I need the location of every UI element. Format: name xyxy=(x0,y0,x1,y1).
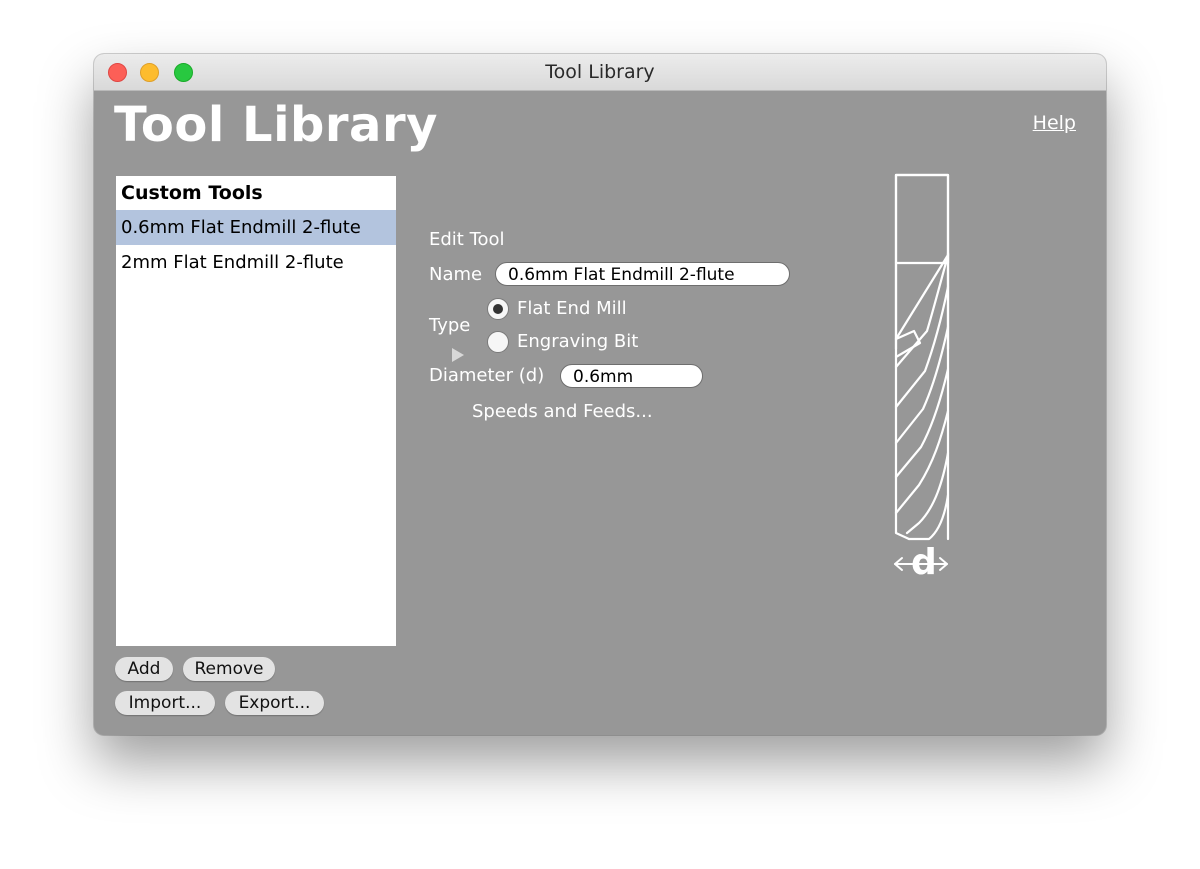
remove-button[interactable]: Remove xyxy=(183,657,275,681)
engraving-bit-radio[interactable] xyxy=(487,331,509,353)
name-label: Name xyxy=(429,264,483,285)
tool-list-item[interactable]: 2mm Flat Endmill 2-flute xyxy=(116,245,396,280)
flat-end-mill-radio[interactable] xyxy=(487,298,509,320)
endmill-drawing xyxy=(894,173,950,571)
edit-tool-heading: Edit Tool xyxy=(429,229,505,250)
engraving-bit-label[interactable]: Engraving Bit xyxy=(517,331,638,352)
tool-list[interactable]: Custom Tools 0.6mm Flat Endmill 2-flute … xyxy=(116,176,396,646)
type-label: Type xyxy=(429,315,471,336)
add-button[interactable]: Add xyxy=(115,657,173,681)
diameter-label: Diameter (d) xyxy=(429,365,545,386)
tool-list-item[interactable]: 0.6mm Flat Endmill 2-flute xyxy=(116,210,396,245)
title-bar: Tool Library xyxy=(94,54,1106,91)
page-title: Tool Library xyxy=(114,97,438,153)
main-content: Tool Library Help Custom Tools 0.6mm Fla… xyxy=(94,91,1106,735)
export-button[interactable]: Export... xyxy=(225,691,324,715)
tool-library-window: Tool Library Tool Library Help Custom To… xyxy=(94,54,1106,735)
tool-list-header: Custom Tools xyxy=(121,182,263,204)
import-button[interactable]: Import... xyxy=(115,691,215,715)
name-field[interactable]: 0.6mm Flat Endmill 2-flute xyxy=(495,262,790,286)
flat-end-mill-label[interactable]: Flat End Mill xyxy=(517,298,627,319)
window-title: Tool Library xyxy=(545,61,655,83)
diameter-field[interactable]: 0.6mm xyxy=(560,364,703,388)
diameter-dimension-label: d xyxy=(911,542,937,583)
speeds-and-feeds-toggle[interactable]: Speeds and Feeds... xyxy=(472,401,653,422)
disclosure-triangle-icon[interactable] xyxy=(452,348,464,362)
help-link[interactable]: Help xyxy=(1033,112,1076,134)
